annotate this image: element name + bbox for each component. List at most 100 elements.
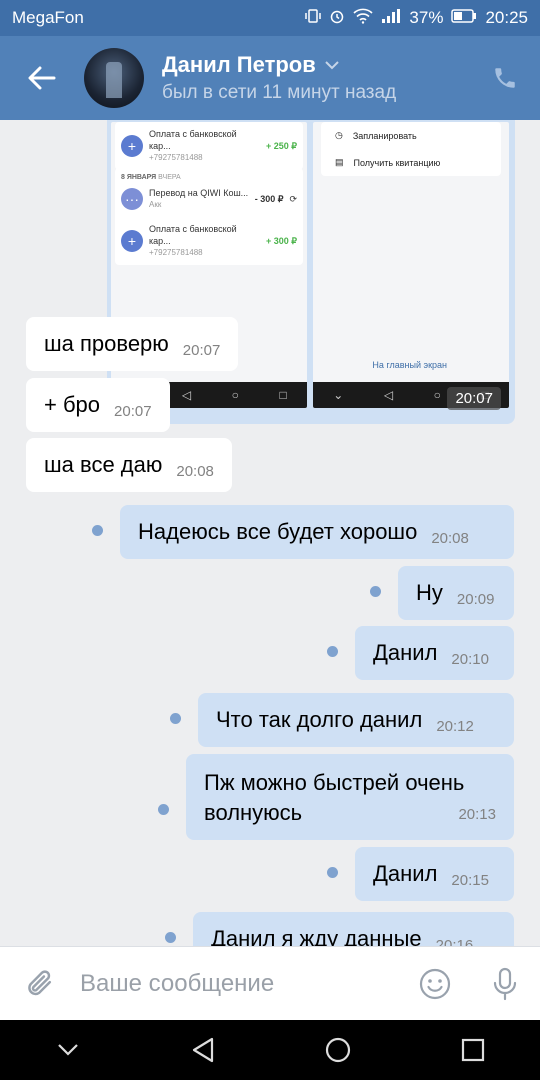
status-bar: MegaFon 37% 20:25 xyxy=(0,0,540,36)
chat-area[interactable]: + Оплата с банковской кар... +79275781488… xyxy=(0,120,540,946)
transaction-amount: - 300 ₽ xyxy=(254,193,284,204)
screenshot-right: ◷ Запланировать ▤ Получить квитанцию На гл… xyxy=(313,122,509,408)
battery-percent: 37% xyxy=(409,8,444,27)
attach-button[interactable] xyxy=(0,947,80,1021)
actions-card: ◷ Запланировать ▤ Получить квитанцию xyxy=(321,122,501,176)
message-text-line: волнуюсь xyxy=(204,800,303,825)
photo-time: 20:07 xyxy=(447,387,501,410)
message-time: 20:13 xyxy=(458,806,496,823)
nav-recents-button[interactable] xyxy=(443,1020,503,1080)
status-icons: 37% 20:25 xyxy=(305,8,528,29)
message-time: 20:07 xyxy=(182,341,221,359)
plus-icon: + xyxy=(121,230,143,252)
contact-name: Данил Петров xyxy=(162,52,316,77)
unread-dot xyxy=(170,713,181,724)
message-outgoing[interactable]: Что так долго данил 20:12 xyxy=(198,693,514,747)
unread-dot xyxy=(92,525,103,536)
message-text: Данил xyxy=(373,640,438,665)
smile-icon xyxy=(419,968,451,999)
message-text: Данил xyxy=(373,861,438,886)
transaction-title: Оплата с банковской кар... xyxy=(149,129,237,151)
home-link: На главный экран xyxy=(372,360,447,370)
message-text: Что так долго данил xyxy=(216,707,423,732)
signal-icon xyxy=(381,8,401,29)
system-nav-bar xyxy=(0,1020,540,1080)
date-header: 8 ЯНВАРЯ ВЧЕРА xyxy=(115,168,303,181)
message-outgoing[interactable]: Данил 20:10 xyxy=(355,626,514,680)
receipt-label: Получить квитанцию xyxy=(353,157,441,168)
photo-message[interactable]: + Оплата с банковской кар... +79275781488… xyxy=(107,120,515,424)
hide-keyboard-button[interactable] xyxy=(38,1020,98,1080)
message-text: ша все даю xyxy=(44,452,163,477)
message-text: + бро xyxy=(44,392,101,417)
nav-home-button[interactable] xyxy=(308,1020,368,1080)
message-text-line: Пж можно быстрей очень xyxy=(204,770,465,795)
transaction-sub: +79275781488 xyxy=(149,248,203,257)
message-time: 20:07 xyxy=(114,402,152,420)
circle-home-icon xyxy=(325,1037,350,1063)
vibrate-icon xyxy=(305,8,322,29)
message-incoming[interactable]: ша все даю 20:08 xyxy=(26,438,232,492)
call-button[interactable] xyxy=(470,36,540,120)
message-outgoing[interactable]: Данил 20:15 xyxy=(355,847,514,901)
nav-back-button[interactable] xyxy=(173,1020,233,1080)
message-composer xyxy=(0,946,540,1020)
transaction-amount: + 300 ₽ xyxy=(266,235,297,246)
transaction-card: 8 ЯНВАРЯ ВЧЕРА ··· Перевод на QIWI Кош..… xyxy=(115,168,303,265)
carrier-label: MegaFon xyxy=(12,8,84,27)
unread-dot xyxy=(327,646,338,657)
receipt-item: ▤ Получить квитанцию xyxy=(321,149,501,176)
transaction-sub: Акк xyxy=(149,200,162,209)
plus-icon: + xyxy=(121,135,143,157)
date-sub: ВЧЕРА xyxy=(158,174,181,181)
message-time: 20:08 xyxy=(176,462,214,480)
clock-icon: ◷ xyxy=(335,130,343,140)
back-button[interactable] xyxy=(0,36,84,120)
paperclip-icon xyxy=(28,969,52,995)
message-outgoing[interactable]: Надеюсь все будет хорошо 20:08 xyxy=(120,505,514,559)
repeat-icon: ⟳ xyxy=(289,193,297,204)
chevron-down-icon xyxy=(325,61,339,70)
contact-info[interactable]: Данил Петров был в сети 11 минут назад xyxy=(162,52,470,104)
unread-dot xyxy=(165,932,176,943)
message-outgoing[interactable]: Данил я жду данные 20:16 xyxy=(193,912,514,946)
schedule-item: ◷ Запланировать xyxy=(321,122,501,149)
voice-button[interactable] xyxy=(470,947,540,1021)
transaction-title: Перевод на QIWI Кош... xyxy=(149,188,249,198)
contact-status: был в сети 11 минут назад xyxy=(162,82,397,103)
square-recents-icon xyxy=(461,1038,484,1062)
message-text: Ну xyxy=(416,580,443,605)
microphone-icon xyxy=(493,967,517,1000)
emoji-button[interactable] xyxy=(400,947,470,1021)
phone-icon xyxy=(495,68,515,88)
unread-dot xyxy=(327,867,338,878)
message-incoming[interactable]: ша проверю 20:07 xyxy=(26,317,239,371)
back-arrow-icon xyxy=(28,66,56,90)
message-outgoing[interactable]: Пж можно быстрей очень волнуюсь 20:13 xyxy=(186,754,514,840)
triangle-back-icon xyxy=(192,1037,213,1063)
avatar[interactable] xyxy=(84,48,144,108)
message-time: 20:15 xyxy=(451,871,489,889)
transaction-sub: +79275781488 xyxy=(149,153,203,162)
message-text: Данил я жду данные xyxy=(211,926,422,946)
unread-dot xyxy=(370,586,381,597)
transaction-title: Оплата с банковской кар... xyxy=(149,224,237,246)
message-time: 20:16 xyxy=(435,936,474,947)
message-text: ша проверю xyxy=(44,331,169,356)
message-time: 20:08 xyxy=(431,529,469,547)
date-label: 8 ЯНВАРЯ xyxy=(121,174,157,181)
battery-icon xyxy=(451,8,477,28)
message-input[interactable] xyxy=(80,969,400,998)
transaction-row: + Оплата с банковской кар... +79275781488… xyxy=(115,122,303,170)
message-time: 20:10 xyxy=(451,650,489,668)
unread-dot xyxy=(158,804,169,815)
chevron-down-icon xyxy=(57,1044,78,1056)
wifi-icon xyxy=(353,8,373,29)
contact-name-row: Данил Петров xyxy=(162,52,470,78)
transaction-card: + Оплата с банковской кар... +79275781488… xyxy=(115,122,303,170)
message-incoming[interactable]: + бро 20:07 xyxy=(26,378,170,432)
more-icon: ··· xyxy=(121,188,143,210)
message-outgoing[interactable]: Ну 20:09 xyxy=(398,566,514,620)
chat-header: Данил Петров был в сети 11 минут назад xyxy=(0,36,540,120)
message-time: 20:09 xyxy=(456,590,495,608)
